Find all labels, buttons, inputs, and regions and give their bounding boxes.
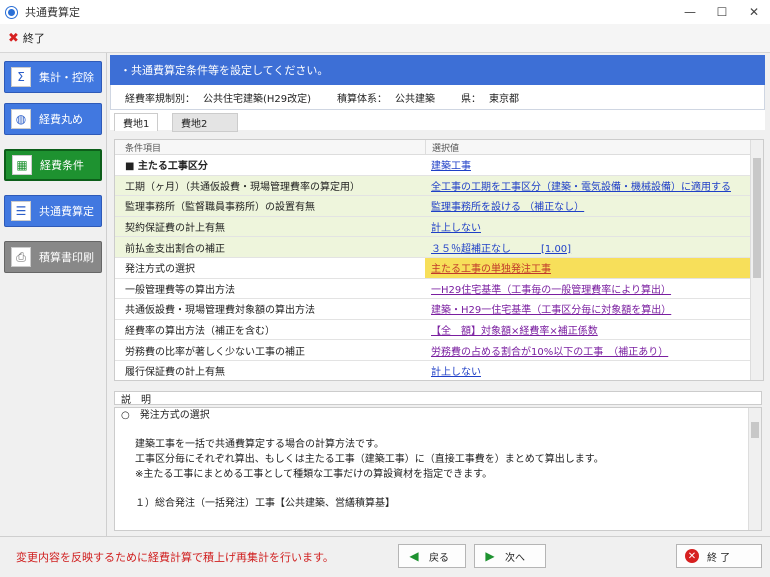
scrollbar-thumb[interactable] (751, 422, 759, 438)
row-value[interactable]: 【全 額】対象額×経費率×補正係数 (425, 320, 763, 340)
tab-site-1[interactable]: 費地1 (114, 113, 159, 131)
info-row: 経費率規制別： 公共住宅建築(H29改定) 積算体系： 公共建築 県： 東京都 (110, 85, 765, 110)
sidebar-item-label: 経費丸め (39, 113, 83, 126)
row-item: 共通仮設費・現場管理費対象額の算出方法 (125, 305, 315, 317)
table-row[interactable]: 監理事務所（監督職員事務所）の設置有無 監理事務所を設ける （補正なし） (115, 196, 763, 217)
sidebar-item-print-estimate[interactable]: ⎙ 積算書印刷 (4, 241, 102, 273)
row-item: 監理事務所（監督職員事務所）の設置有無 (125, 202, 315, 214)
table-row[interactable]: 工期（ヶ月）（共通仮設費・現場管理費率の算定用） 全工事の工期を工事区分（建築・… (115, 175, 763, 197)
grid-scrollbar[interactable] (750, 140, 763, 380)
exit-button[interactable]: ✕ 終 了 (676, 544, 762, 568)
table-row[interactable]: 共通仮設費・現場管理費対象額の算出方法 建築・H29一住宅基準（工事区分毎に対象… (115, 299, 763, 320)
exit-label: 終了 (22, 32, 45, 45)
close-circle-icon: ✕ (685, 549, 699, 563)
sidebar-item-expense-conditions[interactable]: ▦ 経費条件 (4, 149, 102, 181)
next-arrow-icon: ▶ (485, 549, 495, 563)
close-button[interactable]: ✕ (738, 0, 770, 24)
table-row[interactable]: 経費率の算出方法（補正を含む） 【全 額】対象額×経費率×補正係数 (115, 320, 763, 341)
exit-label: 終 了 (707, 552, 731, 564)
row-value[interactable]: ３５％超補正なし [1.00] (425, 237, 763, 257)
info-value: 公共住宅建築(H29改定) (203, 93, 312, 105)
description-line: ※主たる工事にまとめる工事として種類な工事だけの算設資材を指定できます。 (135, 469, 493, 480)
row-item: 一般管理費等の算出方法 (125, 284, 235, 296)
row-value[interactable]: 計上しない (425, 361, 763, 380)
sidebar-item-label: 集計・控除 (39, 71, 94, 84)
window-title: 共通費算定 (25, 6, 80, 19)
scrollbar-thumb[interactable] (753, 158, 761, 278)
sidebar-item-label: 積算書印刷 (39, 251, 94, 264)
info-label: 積算体系： (337, 93, 388, 105)
exit-toolbar-button[interactable]: ✖ 終了 (8, 30, 45, 46)
conditions-grid: 条件項目 選択値 ■ 主たる工事区分 建築工事 工期（ヶ月）（共通仮設費・現場管… (114, 139, 764, 381)
table-row[interactable]: 一般管理費等の算出方法 一H29住宅基準（工事毎の一般管理費率により算出） (115, 279, 763, 300)
row-item: 契約保証費の計上有無 (125, 223, 225, 235)
app-icon (6, 6, 17, 18)
row-value[interactable]: 建築・H29一住宅基準（工事区分毎に対象額を算出） (425, 299, 763, 319)
back-arrow-icon: ◀ (409, 549, 419, 563)
minimize-button[interactable]: — (674, 0, 706, 24)
row-item: 前払金支出割合の補正 (125, 243, 225, 255)
list-icon: ☰ (11, 201, 31, 221)
close-x-icon: ✖ (8, 30, 19, 46)
info-value: 公共建築 (395, 93, 436, 105)
sidebar: Σ 集計・控除 ◍ 経費丸め ▦ 経費条件 ☰ 共通費算定 ⎙ 積算書印刷 (0, 53, 107, 536)
next-label: 次へ (505, 552, 525, 564)
row-item: 労務費の比率が著しく少ない工事の補正 (125, 346, 305, 358)
row-item: ■ 主たる工事区分 (125, 161, 208, 173)
row-item: 履行保証費の計上有無 (125, 367, 225, 379)
row-item: 経費率の算出方法（補正を含む） (125, 326, 275, 338)
sigma-icon: Σ (11, 67, 31, 87)
description-panel: ○ 発注方式の選択 建築工事を一括で共通費算定する場合の計算方法です。 工事区分… (114, 407, 762, 531)
table-row[interactable]: 前払金支出割合の補正 ３５％超補正なし [1.00] (115, 237, 763, 258)
footer-message: 変更内容を反映するために経費計算で積上げ再集計を行います。 (16, 551, 334, 564)
description-line: 工事区分毎にそれぞれ算出、もしくは主たる工事（建築工事）に（直接工事費を）まとめ… (135, 454, 604, 465)
back-button[interactable]: ◀ 戻る (398, 544, 466, 568)
table-row[interactable]: 契約保証費の計上有無 計上しない (115, 216, 763, 238)
main-panel: ・共通費算定条件等を設定してください。 経費率規制別： 公共住宅建築(H29改定… (110, 55, 765, 535)
table-row[interactable]: 履行保証費の計上有無 計上しない (115, 361, 763, 380)
row-value[interactable]: 監理事務所を設ける （補正なし） (425, 196, 763, 216)
description-title: ○ 発注方式の選択 (121, 410, 210, 421)
sidebar-item-total-deduction[interactable]: Σ 集計・控除 (4, 61, 102, 93)
description-line: 建築工事を一括で共通費算定する場合の計算方法です。 (135, 439, 384, 450)
sidebar-item-common-cost[interactable]: ☰ 共通費算定 (4, 195, 102, 227)
column-header-value: 選択値 (432, 143, 460, 154)
info-label: 経費率規制別： (125, 93, 195, 105)
description-line: １）総合発注（一括発注）工事【公共建築、営繕積算基】 (135, 498, 395, 509)
sidebar-item-label: 経費条件 (40, 159, 84, 172)
info-label: 県： (461, 93, 482, 105)
info-value: 東京都 (489, 93, 520, 105)
sidebar-item-label: 共通費算定 (39, 205, 94, 218)
maximize-button[interactable]: ☐ (706, 0, 738, 24)
table-row-selected[interactable]: 発注方式の選択 主たる工事の単独発注工事 (115, 257, 763, 279)
grid-header: 条件項目 選択値 (115, 140, 763, 155)
row-value[interactable]: 計上しない (425, 217, 763, 237)
window-controls: — ☐ ✕ (674, 0, 770, 24)
row-value[interactable]: 建築工事 (425, 155, 763, 175)
row-item: 工期（ヶ月）（共通仮設費・現場管理費率の算定用） (125, 181, 360, 193)
tab-site-2[interactable]: 費地2 (172, 113, 238, 132)
back-label: 戻る (429, 552, 449, 564)
footer: 変更内容を反映するために経費計算で積上げ再集計を行います。 ◀ 戻る ▶ 次へ … (0, 536, 770, 577)
table-row[interactable]: ■ 主たる工事区分 建築工事 (115, 155, 763, 176)
description-scrollbar[interactable] (748, 408, 761, 530)
table-icon: ▦ (12, 155, 32, 175)
instruction-header: ・共通費算定条件等を設定してください。 (110, 55, 765, 85)
tab-strip: 費地1 費地2 (110, 110, 765, 132)
round-icon: ◍ (11, 109, 31, 129)
toolbar: ✖ 終了 (0, 24, 770, 53)
description-label: 説 明 (114, 391, 762, 406)
row-value[interactable]: 主たる工事の単独発注工事 (425, 257, 763, 278)
next-button[interactable]: ▶ 次へ (474, 544, 546, 568)
row-value[interactable]: 全工事の工期を工事区分（建築・電気設備・機械設備）に適用する (425, 176, 763, 196)
row-value[interactable]: 労務費の占める割合が10%以下の工事 （補正あり） (425, 340, 763, 360)
column-header-item: 条件項目 (115, 140, 426, 154)
row-value[interactable]: 一H29住宅基準（工事毎の一般管理費率により算出） (425, 279, 763, 299)
sidebar-item-expense-rounding[interactable]: ◍ 経費丸め (4, 103, 102, 135)
table-row[interactable]: 労務費の比率が著しく少ない工事の補正 労務費の占める割合が10%以下の工事 （補… (115, 340, 763, 361)
printer-icon: ⎙ (11, 247, 31, 267)
row-item: 発注方式の選択 (125, 264, 195, 276)
title-bar: 共通費算定 — ☐ ✕ (0, 0, 770, 24)
